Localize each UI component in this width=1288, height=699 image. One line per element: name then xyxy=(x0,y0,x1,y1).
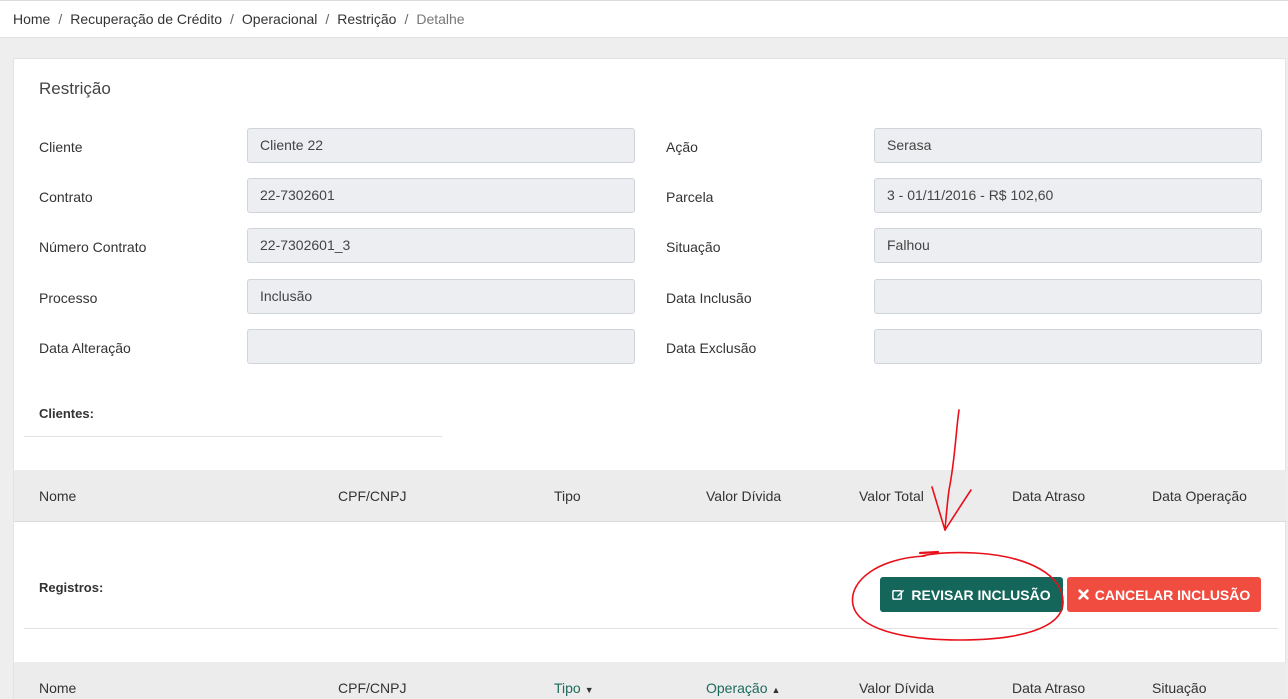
reg-col-cpf-cnpj[interactable]: CPF/CNPJ xyxy=(338,662,406,699)
data-alteracao-label: Data Alteração xyxy=(39,340,131,356)
breadcrumb: Home / Recuperação de Crédito / Operacio… xyxy=(0,0,1288,38)
reg-col-valor-divida[interactable]: Valor Dívida xyxy=(859,662,934,699)
data-inclusao-label: Data Inclusão xyxy=(666,290,752,306)
col-data-atraso[interactable]: Data Atraso xyxy=(1012,470,1085,522)
data-inclusao-field[interactable] xyxy=(874,279,1262,314)
processo-label: Processo xyxy=(39,290,98,306)
breadcrumb-restricao[interactable]: Restrição xyxy=(337,11,396,27)
situacao-label: Situação xyxy=(666,239,721,255)
registros-divider xyxy=(24,628,1278,629)
parcela-field[interactable]: 3 - 01/11/2016 - R$ 102,60 xyxy=(874,178,1262,213)
clientes-table-header: Nome CPF/CNPJ Tipo Valor Dívida Valor To… xyxy=(14,470,1287,522)
reg-col-situacao[interactable]: Situação xyxy=(1152,662,1206,699)
registros-table-header: Nome CPF/CNPJ Tipo ▼ Operação ▲ Valor Dívi… xyxy=(14,662,1287,699)
breadcrumb-separator: / xyxy=(230,11,234,27)
breadcrumb-home[interactable]: Home xyxy=(13,11,50,27)
breadcrumb-separator: / xyxy=(58,11,63,27)
situacao-field[interactable]: Falhou xyxy=(874,228,1262,263)
breadcrumb-operacional[interactable]: Operacional xyxy=(242,11,318,27)
reg-col-tipo[interactable]: Tipo ▼ xyxy=(554,662,594,699)
reg-col-data-atraso[interactable]: Data Atraso xyxy=(1012,662,1085,699)
breadcrumb-separator: / xyxy=(404,11,409,27)
panel-title: Restrição xyxy=(39,79,111,98)
breadcrumb-recuperacao[interactable]: Recuperação de Crédito xyxy=(70,11,222,27)
cancelar-inclusao-label: CANCELAR INCLUSÃO xyxy=(1094,586,1251,603)
cliente-label: Cliente xyxy=(39,139,83,155)
col-valor-total[interactable]: Valor Total xyxy=(859,470,924,522)
close-icon xyxy=(1078,589,1089,600)
clientes-section-label: Clientes: xyxy=(39,406,94,421)
col-data-operacao[interactable]: Data Operação xyxy=(1152,470,1247,522)
revisar-inclusao-label: REVISAR INCLUSÃO xyxy=(911,586,1051,603)
reg-col-nome[interactable]: Nome xyxy=(39,662,76,699)
col-valor-divida[interactable]: Valor Dívida xyxy=(706,470,781,522)
clientes-divider xyxy=(24,436,442,437)
col-nome[interactable]: Nome xyxy=(39,470,76,522)
numero-contrato-label: Número Contrato xyxy=(39,239,147,255)
sort-desc-icon: ▼ xyxy=(584,685,594,695)
restricao-panel: Restrição Cliente Cliente 22 Contrato 22… xyxy=(13,58,1287,699)
reg-col-operacao[interactable]: Operação ▲ xyxy=(706,662,780,699)
data-exclusao-field[interactable] xyxy=(874,329,1262,364)
cancelar-inclusao-button[interactable]: CANCELAR INCLUSÃO xyxy=(1067,577,1261,612)
breadcrumb-separator: / xyxy=(325,11,330,27)
acao-field[interactable]: Serasa xyxy=(874,128,1262,163)
breadcrumb-detalhe: Detalhe xyxy=(416,11,465,27)
numero-contrato-field[interactable]: 22-7302601_3 xyxy=(247,228,635,263)
cliente-field[interactable]: Cliente 22 xyxy=(247,128,635,163)
registros-section-label: Registros: xyxy=(39,580,104,595)
contrato-field[interactable]: 22-7302601 xyxy=(247,178,635,213)
sort-asc-icon: ▲ xyxy=(771,685,781,695)
col-cpf-cnpj[interactable]: CPF/CNPJ xyxy=(338,470,406,522)
acao-label: Ação xyxy=(666,139,698,155)
data-alteracao-field[interactable] xyxy=(247,329,635,364)
contrato-label: Contrato xyxy=(39,189,93,205)
col-tipo[interactable]: Tipo xyxy=(554,470,581,522)
edit-icon xyxy=(892,588,905,601)
data-exclusao-label: Data Exclusão xyxy=(666,340,757,356)
parcela-label: Parcela xyxy=(666,189,714,205)
processo-field[interactable]: Inclusão xyxy=(247,279,635,314)
revisar-inclusao-button[interactable]: REVISAR INCLUSÃO xyxy=(880,577,1063,612)
reg-col-operacao-label: Operação xyxy=(706,680,768,696)
reg-col-tipo-label: Tipo xyxy=(554,680,581,696)
